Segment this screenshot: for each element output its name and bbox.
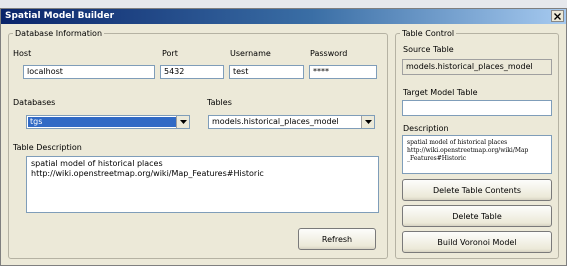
description-line: http://wiki.openstreetmap.org/wiki/Map: [407, 147, 529, 154]
description-label: Description: [403, 124, 449, 133]
password-label: Password: [310, 49, 348, 58]
host-input[interactable]: localhost: [23, 65, 155, 79]
database-information-legend: Database Information: [15, 29, 103, 38]
databases-selected-value: tgs: [28, 117, 176, 127]
table-description-label: Table Description: [13, 143, 82, 152]
description-textarea[interactable]: spatial model of historical places http:…: [402, 135, 552, 174]
app-window: Spatial Model Builder Database Informati…: [0, 8, 567, 266]
background-strip: [0, 0, 567, 8]
databases-dropdown[interactable]: tgs: [26, 115, 190, 129]
port-label: Port: [162, 49, 178, 58]
username-label: Username: [230, 49, 271, 58]
title-bar[interactable]: Spatial Model Builder: [1, 9, 566, 24]
tables-dropdown[interactable]: models.historical_places_model: [208, 115, 375, 129]
refresh-button[interactable]: Refresh: [298, 228, 376, 250]
close-button[interactable]: [551, 10, 564, 22]
build-voronoi-model-button[interactable]: Build Voronoi Model: [402, 231, 552, 253]
password-input[interactable]: ****: [309, 65, 377, 79]
source-table-label: Source Table: [403, 45, 454, 54]
chevron-down-icon[interactable]: [361, 116, 374, 128]
table-description-line: spatial model of historical places: [31, 159, 163, 168]
table-description-textarea[interactable]: spatial model of historical places http:…: [26, 156, 379, 213]
window-title: Spatial Model Builder: [5, 11, 115, 21]
databases-label: Databases: [13, 98, 56, 107]
delete-table-button[interactable]: Delete Table: [402, 205, 552, 227]
chevron-down-icon[interactable]: [176, 116, 189, 128]
description-line: _Features#Historic: [407, 155, 467, 162]
delete-table-contents-button[interactable]: Delete Table Contents: [402, 179, 552, 201]
tables-label: Tables: [207, 98, 232, 107]
username-input[interactable]: test: [229, 65, 304, 79]
port-input[interactable]: 5432: [160, 65, 224, 79]
tables-selected-value: models.historical_places_model: [212, 117, 339, 126]
table-control-legend: Table Control: [402, 29, 455, 38]
table-description-line: http://wiki.openstreetmap.org/wiki/Map_F…: [31, 169, 264, 178]
target-model-table-input[interactable]: [402, 100, 552, 116]
source-table-field: models.historical_places_model: [402, 59, 552, 75]
description-line: spatial model of historical places: [407, 139, 508, 146]
target-model-table-label: Target Model Table: [403, 88, 478, 97]
close-icon: [554, 12, 561, 20]
host-label: Host: [13, 49, 32, 58]
